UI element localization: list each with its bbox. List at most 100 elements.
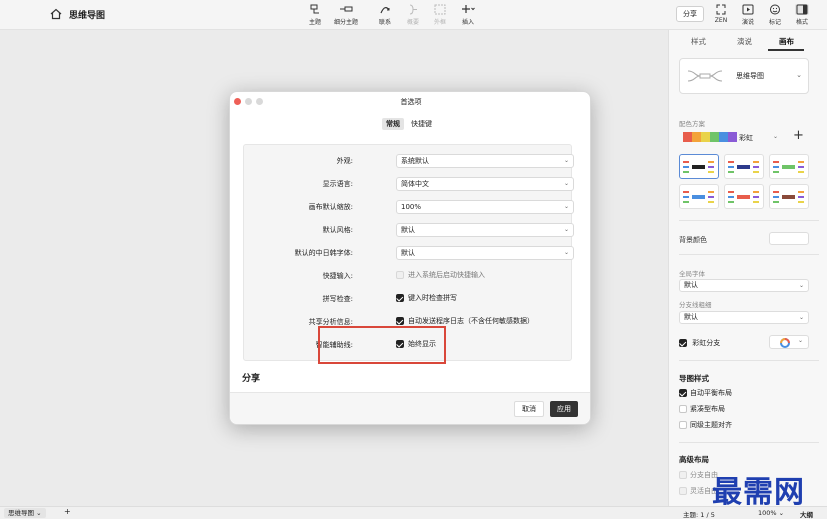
format-panel: 样式 演说 画布 思维导图 ⌄ 配色方案 彩虹 ⌄ + 背景颜色 全局字体 默认… <box>668 30 827 506</box>
analytics-option[interactable]: 自动发送程序日志（不含任何敏感数据） <box>396 316 534 326</box>
spell-check-option[interactable]: 键入时检查拼写 <box>396 293 457 303</box>
global-font-label: 全局字体 <box>679 270 705 278</box>
rainbow-branch-option[interactable]: 彩虹分支 <box>679 338 720 348</box>
rainbow-color-picker[interactable]: ⌄ <box>769 335 809 349</box>
checkbox-disabled[interactable] <box>396 271 404 279</box>
home-icon[interactable] <box>50 8 62 20</box>
add-sheet-button[interactable]: + <box>64 507 71 516</box>
checkbox-disabled[interactable] <box>679 487 687 495</box>
tab-shortcuts[interactable]: 快捷键 <box>411 118 432 130</box>
appearance-label: 外观: <box>336 157 353 165</box>
spell-check-label: 拼写检查: <box>322 295 353 303</box>
subtopic-icon <box>340 6 353 12</box>
topic-button[interactable]: 主题 <box>308 4 322 26</box>
plus-icon <box>462 5 475 13</box>
checkbox-disabled[interactable] <box>679 471 687 479</box>
summary-button[interactable]: 概要 <box>406 4 420 26</box>
present-button[interactable]: 演说 <box>741 4 755 26</box>
color-scheme-selector[interactable]: 彩虹 ⌄ <box>679 130 783 144</box>
dialog-title: 首选项 <box>400 98 422 106</box>
checkbox-checked[interactable] <box>396 317 404 325</box>
tab-style[interactable]: 样式 <box>691 36 706 47</box>
summary-icon <box>409 4 417 15</box>
compact-option[interactable]: 紧凑型布局 <box>679 404 725 414</box>
tab-present[interactable]: 演说 <box>737 36 752 47</box>
sticker-button[interactable]: 标记 <box>768 4 782 26</box>
sidebar-icon <box>795 4 809 15</box>
branch-width-label: 分支线粗细 <box>679 301 712 309</box>
subtopic-button[interactable]: 细分主题 <box>334 4 358 26</box>
chevron-down-icon: ⌄ <box>563 226 569 233</box>
theme-card[interactable] <box>724 184 764 209</box>
topic-icon <box>310 4 319 14</box>
checkbox-checked[interactable] <box>396 294 404 302</box>
theme-card[interactable] <box>769 154 809 179</box>
checkbox-unchecked[interactable] <box>679 405 687 413</box>
zen-button[interactable]: ZEN <box>714 4 728 24</box>
panel-tabs: 样式 演说 画布 <box>669 30 827 52</box>
chevron-down-icon: ⌄ <box>563 157 569 164</box>
theme-card[interactable] <box>679 154 719 179</box>
cancel-button[interactable]: 取消 <box>514 401 544 417</box>
style-select[interactable]: 默认 ⌄ <box>396 223 574 237</box>
boundary-button[interactable]: 外框 <box>433 4 447 26</box>
map-style-heading: 导图样式 <box>679 374 709 383</box>
fullscreen-icon <box>716 4 726 15</box>
chevron-down-icon: ⌄ <box>36 509 42 517</box>
zoom-label: 画布默认缩放: <box>308 203 353 211</box>
cjk-font-label: 默认的中日韩字体: <box>294 249 353 257</box>
boundary-icon <box>434 4 446 15</box>
theme-card[interactable] <box>724 154 764 179</box>
auto-balance-option[interactable]: 自动平衡布局 <box>679 388 732 398</box>
top-toolbar: 思维导图 主题 细分主题 联系 概要 外框 插入 分享 ZEN 演说 标记 格式 <box>0 0 827 30</box>
chevron-down-icon: ⌄ <box>796 71 802 79</box>
divider <box>679 254 819 255</box>
chevron-down-icon: ⌄ <box>563 249 569 256</box>
structure-label: 思维导图 <box>736 72 764 80</box>
add-scheme-icon[interactable]: + <box>793 128 804 143</box>
checkbox-checked[interactable] <box>679 339 687 347</box>
structure-selector[interactable]: 思维导图 ⌄ <box>679 58 809 94</box>
share-button[interactable]: 分享 <box>676 6 704 22</box>
appearance-select[interactable]: 系统默认 ⌄ <box>396 154 574 168</box>
sheet-tab[interactable]: 思维导图 ⌄ <box>4 508 46 518</box>
rainbow-swatch-icon <box>683 132 737 142</box>
branch-width-select[interactable]: 默认 ⌄ <box>679 311 809 324</box>
chevron-down-icon: ⌄ <box>798 282 804 289</box>
theme-card[interactable] <box>679 184 719 209</box>
divider <box>679 360 819 361</box>
color-scheme-value: 彩虹 <box>739 134 753 142</box>
chevron-down-icon: ⌄ <box>773 133 779 140</box>
insert-button[interactable]: 插入 <box>461 4 475 26</box>
preferences-dialog: 首选项 常规 快捷键 外观: 系统默认 ⌄ 显示语言: 简体中文 ⌄ 画布默认缩放:… <box>229 91 591 425</box>
tab-general[interactable]: 常规 <box>382 118 404 130</box>
language-select[interactable]: 简体中文 ⌄ <box>396 177 574 191</box>
divider <box>679 220 819 221</box>
format-button[interactable]: 格式 <box>795 4 809 26</box>
align-option[interactable]: 同级主题对齐 <box>679 420 732 430</box>
relation-button[interactable]: 联系 <box>378 4 392 26</box>
tab-underline <box>768 49 804 51</box>
chevron-down-icon: ⌄ <box>563 203 569 210</box>
checkbox-unchecked[interactable] <box>679 421 687 429</box>
cjk-font-select[interactable]: 默认 ⌄ <box>396 246 574 260</box>
checkbox-checked[interactable] <box>679 389 687 397</box>
language-label: 显示语言: <box>322 180 353 188</box>
tab-canvas[interactable]: 画布 <box>779 36 794 47</box>
quick-input-label: 快捷输入: <box>322 272 353 280</box>
chevron-down-icon: ⌄ <box>798 337 804 344</box>
play-icon <box>742 4 754 15</box>
style-label: 默认风格: <box>322 226 353 234</box>
theme-card[interactable] <box>769 184 809 209</box>
smiley-icon <box>770 4 780 15</box>
chevron-down-icon: ⌄ <box>563 180 569 187</box>
background-color-picker[interactable] <box>769 232 809 245</box>
relation-icon <box>380 7 390 14</box>
dialog-footer: 取消 应用 <box>230 392 590 424</box>
global-font-select[interactable]: 默认 ⌄ <box>679 279 809 292</box>
chevron-down-icon: ⌄ <box>798 314 804 321</box>
zoom-select[interactable]: 100% ⌄ <box>396 200 574 214</box>
quick-input-option[interactable]: 进入系统后启动快捷输入 <box>396 270 485 280</box>
divider <box>679 442 819 443</box>
apply-button[interactable]: 应用 <box>550 401 578 417</box>
